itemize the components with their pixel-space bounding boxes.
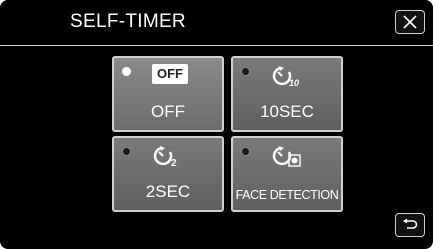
header-divider	[0, 45, 433, 46]
option-label: OFF	[151, 102, 185, 121]
unselected-indicator	[122, 147, 131, 156]
self-timer-10-icon: 10	[272, 66, 299, 88]
unselected-indicator	[241, 67, 250, 76]
unselected-indicator	[241, 147, 250, 156]
close-button[interactable]	[395, 10, 425, 34]
selected-indicator	[122, 67, 131, 76]
svg-text:2: 2	[171, 158, 177, 169]
option-label: FACE DETECTION	[235, 188, 339, 202]
option-off-button[interactable]: OFF OFF	[112, 56, 224, 132]
self-timer-screen: SELF-TIMER OFF OFF 10 10SEC 2 2SEC FACE …	[0, 0, 433, 249]
return-icon	[403, 218, 418, 229]
option-10sec-button[interactable]: 10 10SEC	[231, 56, 343, 132]
face-detection-timer-icon	[272, 146, 301, 167]
option-face-detection-button[interactable]: FACE DETECTION	[231, 136, 343, 212]
option-2sec-button[interactable]: 2 2SEC	[112, 136, 224, 212]
off-badge-icon: OFF	[152, 64, 188, 84]
close-icon	[403, 15, 417, 29]
page-title: SELF-TIMER	[70, 11, 186, 32]
self-timer-2-icon: 2	[153, 146, 177, 169]
header-bar: SELF-TIMER	[0, 0, 433, 44]
option-label: 10SEC	[260, 102, 314, 121]
back-button[interactable]	[395, 213, 425, 237]
svg-text:10: 10	[289, 78, 299, 88]
option-label: 2SEC	[145, 182, 191, 201]
